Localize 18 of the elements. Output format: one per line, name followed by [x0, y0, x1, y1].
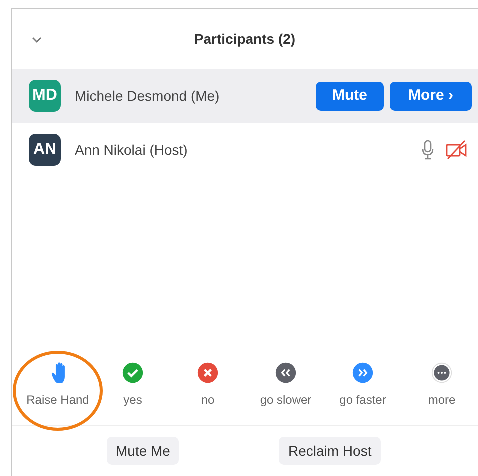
reaction-button[interactable]: more [402, 349, 478, 409]
avatar: MD [29, 80, 61, 112]
reclaim-host-button[interactable]: Reclaim Host [279, 437, 381, 465]
participant-name: Ann Nikolai (Host) [75, 140, 189, 160]
reaction-button[interactable]: go faster [324, 349, 402, 409]
participant-row[interactable]: MD Michele Desmond (Me) Mute More › [12, 69, 478, 123]
panel-title: Participants (2) [194, 30, 296, 49]
mute-me-button[interactable]: Mute Me [107, 437, 180, 465]
participant-name: Michele Desmond (Me) [75, 86, 221, 106]
collapse-chevron-icon[interactable] [32, 37, 42, 43]
mute-button[interactable]: Mute [316, 82, 384, 110]
microphone-icon [422, 140, 434, 160]
reaction-button[interactable]: go slower [248, 349, 324, 409]
more-button[interactable]: More › [390, 82, 472, 110]
avatar: AN [29, 134, 61, 166]
reaction-button[interactable]: Raise Hand [18, 349, 98, 409]
reaction-button[interactable]: no [168, 349, 248, 409]
reaction-button[interactable]: yes [98, 349, 168, 409]
